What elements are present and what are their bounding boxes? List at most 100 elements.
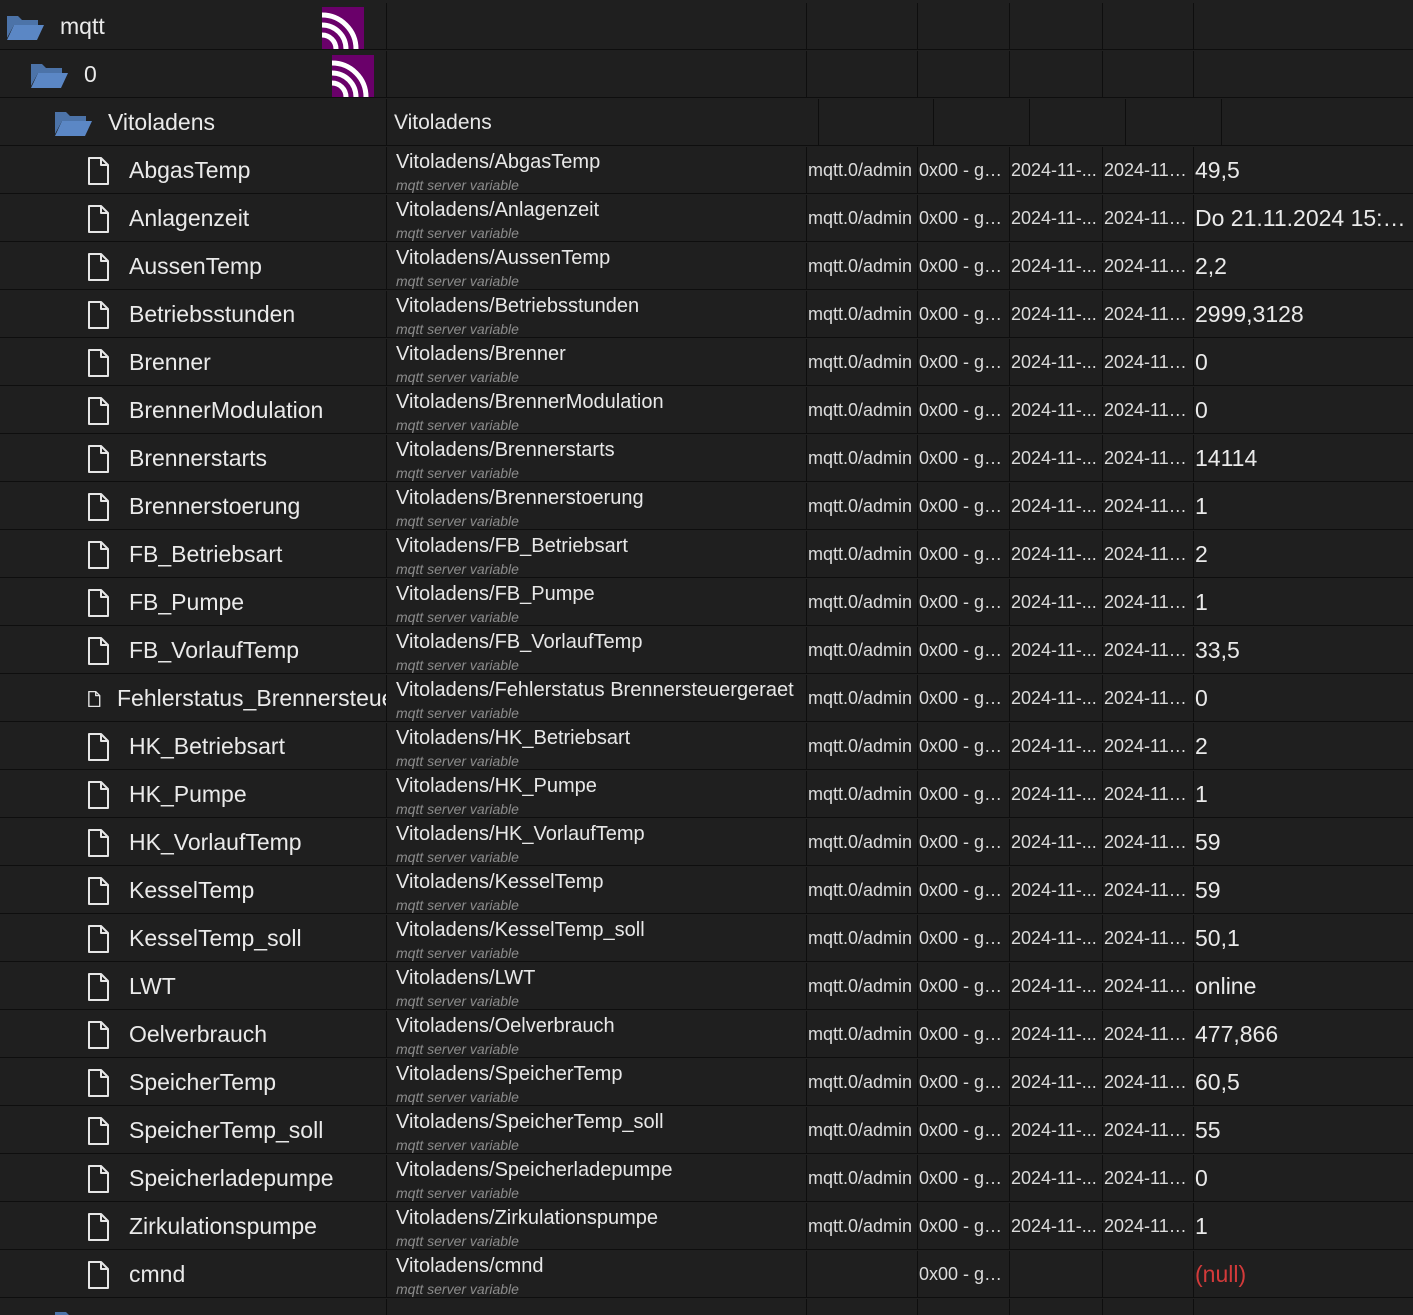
state-row[interactable]: Brennerstoerung Vitoladens/Brennerstoerun… (0, 483, 1413, 530)
tree-label: Vitoladens (108, 109, 215, 135)
state-description: mqtt server variable (396, 1281, 519, 1297)
role-cell: mqtt.0/admin (806, 387, 917, 434)
value-cell[interactable]: 59 (1193, 867, 1413, 914)
state-lastchange: 2024-11-... (1104, 1168, 1189, 1188)
value-cell[interactable]: 0 (1193, 1155, 1413, 1202)
acl-cell[interactable]: 0x00 - go... (917, 723, 1009, 770)
state-row[interactable]: Fehlerstatus_Brennersteue Vitoladens/Fehl… (0, 675, 1413, 722)
tree-row-partial[interactable] (0, 1299, 1413, 1315)
lastchange-cell: 2024-11-... (1102, 963, 1193, 1010)
folder-open-icon[interactable] (53, 108, 93, 138)
acl-cell[interactable]: 0x00 - go... (917, 819, 1009, 866)
acl-cell[interactable]: 0x00 - go... (917, 915, 1009, 962)
state-row[interactable]: KesselTemp Vitoladens/KesselTemp mqtt serv… (0, 867, 1413, 914)
state-row[interactable]: HK_Pumpe Vitoladens/HK_Pumpe mqtt server v… (0, 771, 1413, 818)
state-acl: 0x00 - go... (919, 784, 1005, 804)
acl-cell[interactable]: 0x00 - go... (917, 1251, 1009, 1298)
value-cell[interactable]: 1 (1193, 579, 1413, 626)
state-row[interactable]: AbgasTemp Vitoladens/AbgasTemp mqtt server… (0, 147, 1413, 194)
tree-row-instance[interactable]: 0 (0, 51, 1413, 98)
state-row[interactable]: HK_VorlaufTemp Vitoladens/HK_VorlaufTemp m… (0, 819, 1413, 866)
value-cell[interactable]: 60,5 (1193, 1059, 1413, 1106)
value-cell[interactable]: 50,1 (1193, 915, 1413, 962)
state-row[interactable]: SpeicherTemp_soll Vitoladens/SpeicherTemp… (0, 1107, 1413, 1154)
state-timestamp: 2024-11-... (1011, 1168, 1097, 1188)
state-role: mqtt.0/admin (808, 400, 913, 420)
state-row[interactable]: FB_VorlaufTemp Vitoladens/FB_VorlaufTemp m… (0, 627, 1413, 674)
acl-cell[interactable]: 0x00 - go... (917, 195, 1009, 242)
acl-cell[interactable]: 0x00 - go... (917, 1011, 1009, 1058)
state-row[interactable]: HK_Betriebsart Vitoladens/HK_Betriebsart m… (0, 723, 1413, 770)
state-name: FB_VorlaufTemp (129, 637, 300, 663)
state-row[interactable]: BrennerModulation Vitoladens/BrennerModul… (0, 387, 1413, 434)
value-cell[interactable]: 0 (1193, 339, 1413, 386)
value-cell[interactable]: 0 (1193, 387, 1413, 434)
acl-cell[interactable]: 0x00 - go... (917, 963, 1009, 1010)
value-cell[interactable]: 2 (1193, 723, 1413, 770)
value-cell[interactable]: 59 (1193, 819, 1413, 866)
state-row[interactable]: Brenner Vitoladens/Brenner mqtt server var… (0, 339, 1413, 386)
state-row[interactable]: FB_Pumpe Vitoladens/FB_Pumpe mqtt server v… (0, 579, 1413, 626)
state-row[interactable]: FB_Betriebsart Vitoladens/FB_Betriebsart m… (0, 531, 1413, 578)
value-cell[interactable]: (null) (1193, 1251, 1413, 1298)
state-row[interactable]: KesselTemp_soll Vitoladens/KesselTemp_sol… (0, 915, 1413, 962)
folder-icon[interactable] (53, 1308, 93, 1315)
acl-cell[interactable]: 0x00 - go... (917, 147, 1009, 194)
tree-row-mqtt[interactable]: mqtt (0, 3, 1413, 50)
acl-cell[interactable]: 0x00 - go... (917, 387, 1009, 434)
acl-cell[interactable]: 0x00 - go... (917, 243, 1009, 290)
state-description: mqtt server variable (396, 1089, 519, 1105)
file-icon (88, 301, 109, 329)
acl-cell[interactable]: 0x00 - go... (917, 675, 1009, 722)
state-role: mqtt.0/admin (808, 784, 913, 804)
value-cell[interactable]: 0 (1193, 675, 1413, 722)
timestamp-cell (1009, 1299, 1102, 1315)
acl-cell[interactable]: 0x00 - go... (917, 483, 1009, 530)
state-row[interactable]: LWT Vitoladens/LWT mqtt server variable mqt… (0, 963, 1413, 1010)
acl-cell[interactable]: 0x00 - go... (917, 291, 1009, 338)
state-row[interactable]: Brennerstarts Vitoladens/Brennerstarts mqt… (0, 435, 1413, 482)
value-cell[interactable]: 1 (1193, 771, 1413, 818)
file-icon (88, 445, 109, 473)
state-row[interactable]: cmnd Vitoladens/cmnd mqtt server variable 0… (0, 1251, 1413, 1298)
state-name: AbgasTemp (129, 157, 251, 183)
tree-row-channel[interactable]: Vitoladens Vitoladens (0, 99, 1413, 146)
value-cell[interactable]: 49,5 (1193, 147, 1413, 194)
acl-cell[interactable]: 0x00 - go... (917, 1107, 1009, 1154)
title-cell: Vitoladens/cmnd mqtt server variable (386, 1251, 806, 1298)
acl-cell[interactable]: 0x00 - go... (917, 339, 1009, 386)
state-row[interactable]: SpeicherTemp Vitoladens/SpeicherTemp mqtt … (0, 1059, 1413, 1106)
state-row[interactable]: Speicherladepumpe Vitoladens/Speicherlade… (0, 1155, 1413, 1202)
state-row[interactable]: Oelverbrauch Vitoladens/Oelverbrauch mqtt … (0, 1011, 1413, 1058)
acl-cell[interactable]: 0x00 - go... (917, 1059, 1009, 1106)
state-row[interactable]: AussenTemp Vitoladens/AussenTemp mqtt serv… (0, 243, 1413, 290)
file-icon (88, 877, 109, 905)
value-cell[interactable]: 2 (1193, 531, 1413, 578)
value-cell[interactable]: 14114 (1193, 435, 1413, 482)
acl-cell[interactable]: 0x00 - go... (917, 1203, 1009, 1250)
acl-cell[interactable]: 0x00 - go... (917, 771, 1009, 818)
value-cell[interactable]: 2999,3128 (1193, 291, 1413, 338)
value-cell[interactable]: 1 (1193, 1203, 1413, 1250)
value-cell[interactable]: Do 21.11.2024 15:4... (1193, 195, 1413, 242)
state-row[interactable]: Anlagenzeit Vitoladens/Anlagenzeit mqtt se… (0, 195, 1413, 242)
state-row[interactable]: Zirkulationspumpe Vitoladens/Zirkulations… (0, 1203, 1413, 1250)
value-cell[interactable]: 55 (1193, 1107, 1413, 1154)
value-cell[interactable]: 1 (1193, 483, 1413, 530)
state-description: mqtt server variable (396, 513, 519, 529)
state-role: mqtt.0/admin (808, 160, 913, 180)
value-cell[interactable]: online (1193, 963, 1413, 1010)
value-cell[interactable]: 2,2 (1193, 243, 1413, 290)
acl-cell[interactable]: 0x00 - go... (917, 867, 1009, 914)
acl-cell[interactable]: 0x00 - go... (917, 435, 1009, 482)
value-cell[interactable]: 33,5 (1193, 627, 1413, 674)
state-row[interactable]: Betriebsstunden Vitoladens/Betriebsstunde… (0, 291, 1413, 338)
acl-cell[interactable]: 0x00 - go... (917, 1155, 1009, 1202)
folder-open-icon[interactable] (29, 60, 69, 90)
acl-cell[interactable]: 0x00 - go... (917, 627, 1009, 674)
acl-cell[interactable]: 0x00 - go... (917, 531, 1009, 578)
acl-cell[interactable]: 0x00 - go... (917, 579, 1009, 626)
state-acl: 0x00 - go... (919, 736, 1005, 756)
value-cell[interactable]: 477,866 (1193, 1011, 1413, 1058)
folder-open-icon[interactable] (5, 12, 45, 42)
